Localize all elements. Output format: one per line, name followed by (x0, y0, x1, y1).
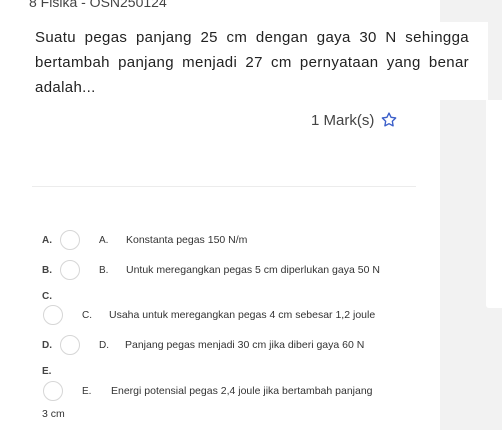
option-d-radio[interactable] (60, 335, 80, 355)
marks-label: 1 Mark(s) (311, 111, 375, 129)
option-c-radio[interactable] (43, 305, 63, 325)
option-b-text: Untuk meregangkan pegas 5 cm diperlukan … (126, 264, 380, 276)
quiz-title: 8 Fisika - OSN250124 (29, 0, 167, 10)
question-text: Suatu pegas panjang 25 cm dengan gaya 30… (35, 29, 469, 96)
option-d-prefix: D. (99, 340, 109, 351)
side-panel (486, 100, 502, 308)
quiz-page: 8 Fisika - OSN250124 Suatu pegas panjang… (0, 0, 502, 430)
option-a-prefix: A. (99, 235, 109, 246)
option-a-letter: A. (42, 235, 52, 246)
option-c-letter: C. (42, 291, 52, 302)
option-e-radio[interactable] (43, 381, 63, 401)
option-b-prefix: B. (99, 265, 109, 276)
option-b-radio[interactable] (60, 260, 80, 280)
option-c-prefix: C. (82, 310, 92, 321)
marks-row: 1 Mark(s) (311, 111, 398, 129)
option-a-radio[interactable] (60, 230, 80, 250)
option-b-letter: B. (42, 265, 52, 276)
option-e-text-continued: 3 cm (42, 408, 65, 420)
option-e-letter: E. (42, 366, 52, 377)
option-e-text: Energi potensial pegas 2,4 joule jika be… (111, 385, 373, 397)
option-c-text: Usaha untuk meregangkan pegas 4 cm sebes… (109, 309, 376, 321)
option-e-prefix: E. (82, 386, 92, 397)
star-outline-icon[interactable] (380, 111, 398, 129)
option-d-letter: D. (42, 340, 52, 351)
option-a-text: Konstanta pegas 150 N/m (126, 234, 248, 246)
divider (32, 186, 416, 187)
option-d-text: Panjang pegas menjadi 30 cm jika diberi … (125, 339, 365, 351)
